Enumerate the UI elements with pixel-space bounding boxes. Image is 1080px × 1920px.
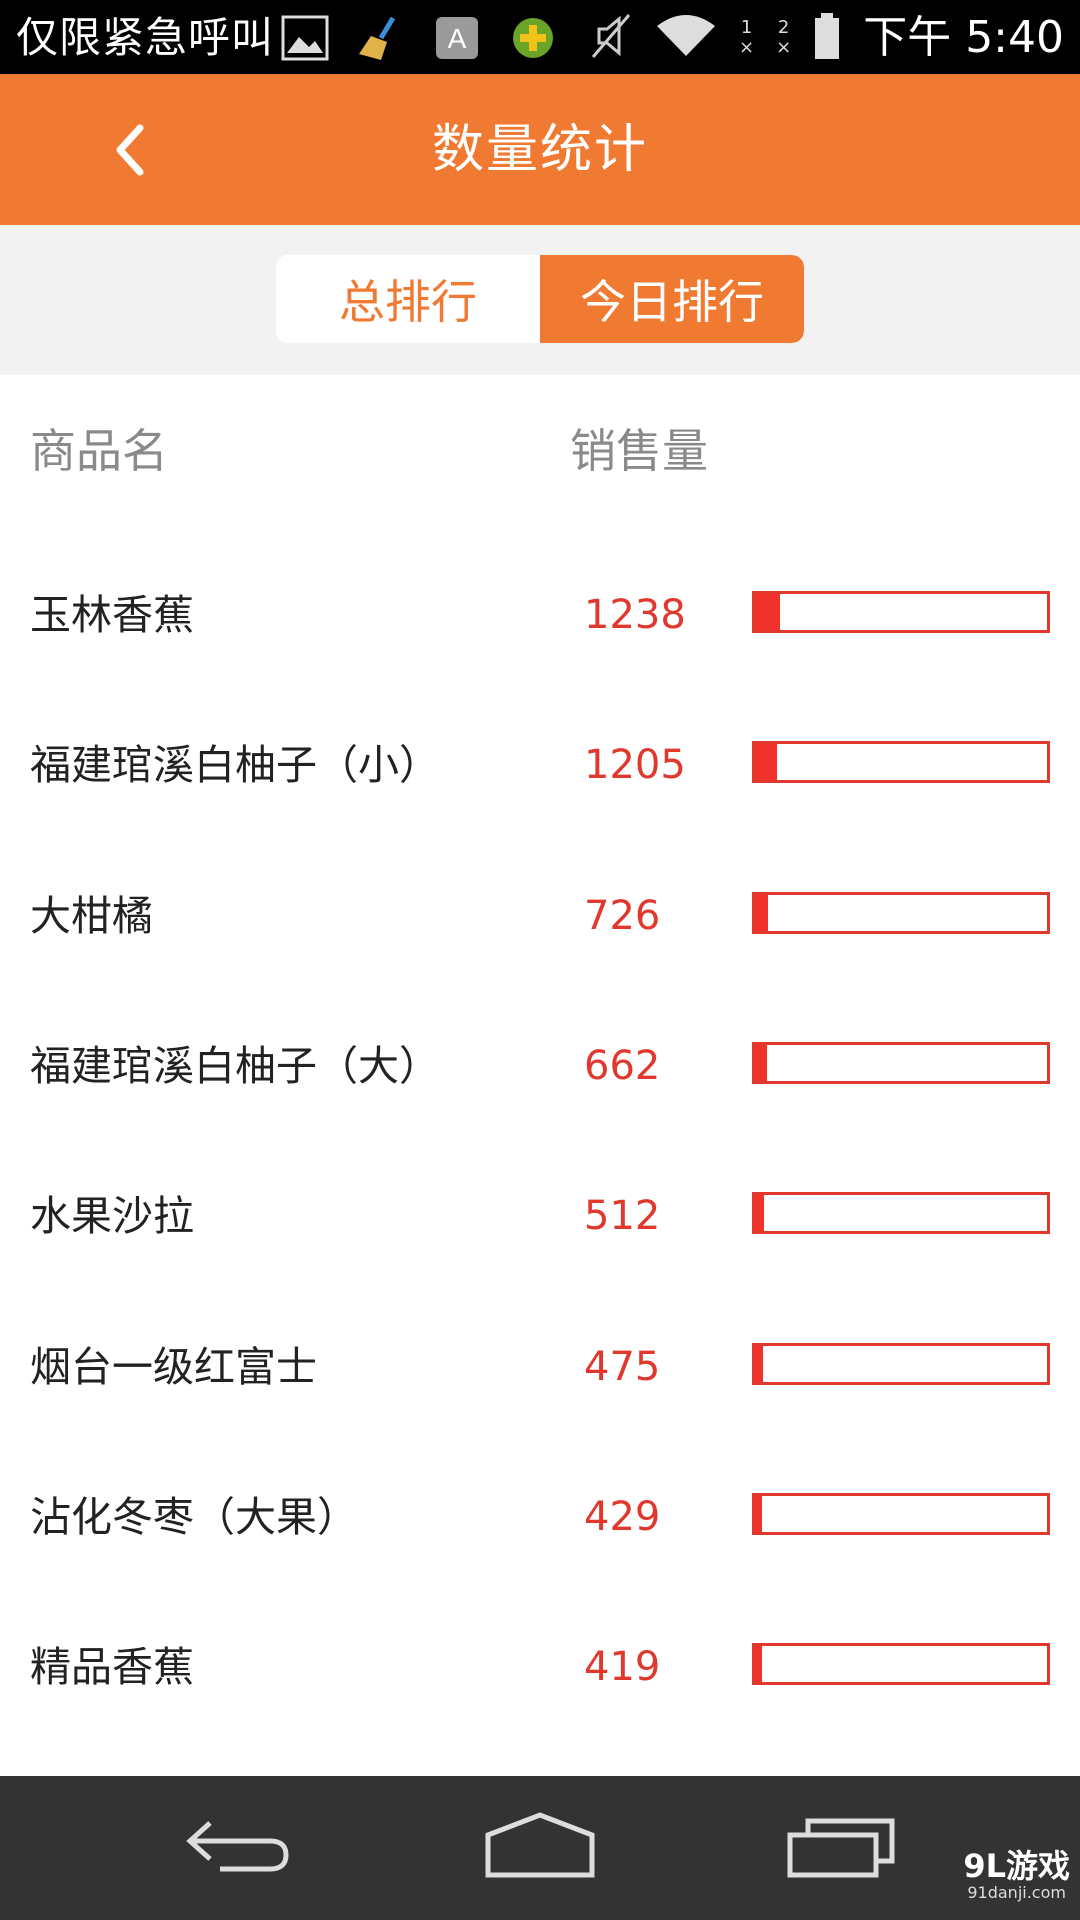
clock: 下午 5:40: [863, 12, 1064, 63]
status-bar: 仅限紧急呼叫 A 1 × 2 × 下午 5:40: [0, 0, 1080, 74]
sales-bar: [752, 741, 1050, 784]
tab-bar: 总排行 今日排行: [0, 225, 1080, 375]
sales-count: 419: [584, 1644, 661, 1691]
sales-bar-fill: [755, 1646, 763, 1683]
sales-bar-fill: [755, 1195, 764, 1232]
sales-bar-fill: [755, 894, 769, 931]
list-item: 玉林香蕉 1238: [0, 580, 1080, 730]
product-name: 福建琯溪白柚子（小）: [30, 741, 440, 790]
sales-bar: [752, 1041, 1050, 1084]
sales-bar-fill: [755, 1495, 763, 1532]
sales-bar: [752, 891, 1050, 934]
column-header-name: 商品名: [30, 424, 168, 478]
nav-back-button[interactable]: [180, 1806, 300, 1886]
sim2-label: 2: [777, 17, 790, 38]
list-item: 水果沙拉 512: [0, 1181, 1080, 1331]
column-header-sales: 销售量: [570, 424, 708, 478]
sales-bar: [752, 1492, 1050, 1535]
sales-count: 475: [584, 1343, 661, 1390]
sales-bar-fill: [755, 1044, 767, 1081]
sales-bar-fill: [755, 1345, 764, 1382]
product-name: 福建琯溪白柚子（大）: [30, 1041, 440, 1090]
signal1-icon: 1 ×: [739, 18, 754, 58]
product-name: 大柑橘: [30, 891, 153, 940]
plus-shield-icon: [508, 13, 558, 63]
app-header: 数量统计: [0, 74, 1080, 225]
product-name: 烟台一级红富士: [30, 1342, 317, 1391]
segmented-control: 总排行 今日排行: [276, 255, 804, 343]
sales-bar: [752, 1192, 1050, 1235]
broom-icon: [356, 13, 406, 63]
signal2-icon: 2 ×: [776, 18, 791, 58]
sales-bar-fill: [755, 594, 780, 630]
a-icon: A: [432, 13, 482, 63]
recents-icon: [787, 1818, 895, 1878]
list-item: 烟台一级红富士 475: [0, 1332, 1080, 1482]
list-item: 沾化冬枣（大果） 429: [0, 1482, 1080, 1632]
sales-bar-fill: [755, 744, 777, 781]
list-item: 精品香蕉 419: [0, 1632, 1080, 1782]
status-right: 1 × 2 × 下午 5:40: [589, 8, 1064, 68]
nav-recents-button[interactable]: [780, 1806, 900, 1886]
product-name: 精品香蕉: [30, 1643, 194, 1692]
sales-count: 512: [584, 1193, 661, 1240]
watermark-sub: 91danji.com: [967, 1883, 1066, 1902]
home-icon: [485, 1812, 595, 1878]
tab-total-ranking[interactable]: 总排行: [276, 255, 540, 343]
nav-home-button[interactable]: [480, 1806, 600, 1886]
sales-count: 726: [584, 892, 661, 939]
sales-bar: [752, 591, 1050, 633]
svg-text:A: A: [448, 23, 467, 54]
sales-count: 662: [584, 1042, 661, 1089]
carrier-text: 仅限紧急呼叫: [16, 13, 275, 62]
list-item: 福建琯溪白柚子（大） 662: [0, 1031, 1080, 1181]
list-item: 大柑橘 726: [0, 881, 1080, 1031]
image-icon: [280, 13, 330, 63]
mute-icon: [589, 11, 633, 65]
page-title: 数量统计: [431, 120, 648, 180]
watermark-main: 9L游戏: [963, 1847, 1070, 1885]
list-item: 福建琯溪白柚子（小） 1205: [0, 730, 1080, 880]
system-nav-bar: 9L游戏 91danji.com: [0, 1776, 1080, 1920]
back-icon: [186, 1821, 289, 1872]
wifi-icon: [655, 12, 717, 64]
sales-count: 429: [584, 1493, 661, 1540]
product-name: 水果沙拉: [30, 1192, 194, 1241]
product-name: 沾化冬枣（大果）: [30, 1492, 358, 1541]
product-name: 玉林香蕉: [30, 591, 194, 639]
no-signal-mark: ×: [739, 37, 755, 58]
sales-bar: [752, 1342, 1050, 1385]
sim1-label: 1: [740, 17, 753, 38]
sales-count: 1238: [584, 592, 686, 638]
no-signal-mark: ×: [776, 37, 792, 58]
notification-icons: A: [280, 10, 558, 66]
sales-count: 1205: [584, 742, 686, 789]
watermark-logo: 9L游戏 91danji.com: [963, 1848, 1070, 1902]
tab-today-ranking[interactable]: 今日排行: [540, 255, 804, 343]
sales-bar: [752, 1643, 1050, 1686]
battery-icon: [813, 11, 841, 65]
